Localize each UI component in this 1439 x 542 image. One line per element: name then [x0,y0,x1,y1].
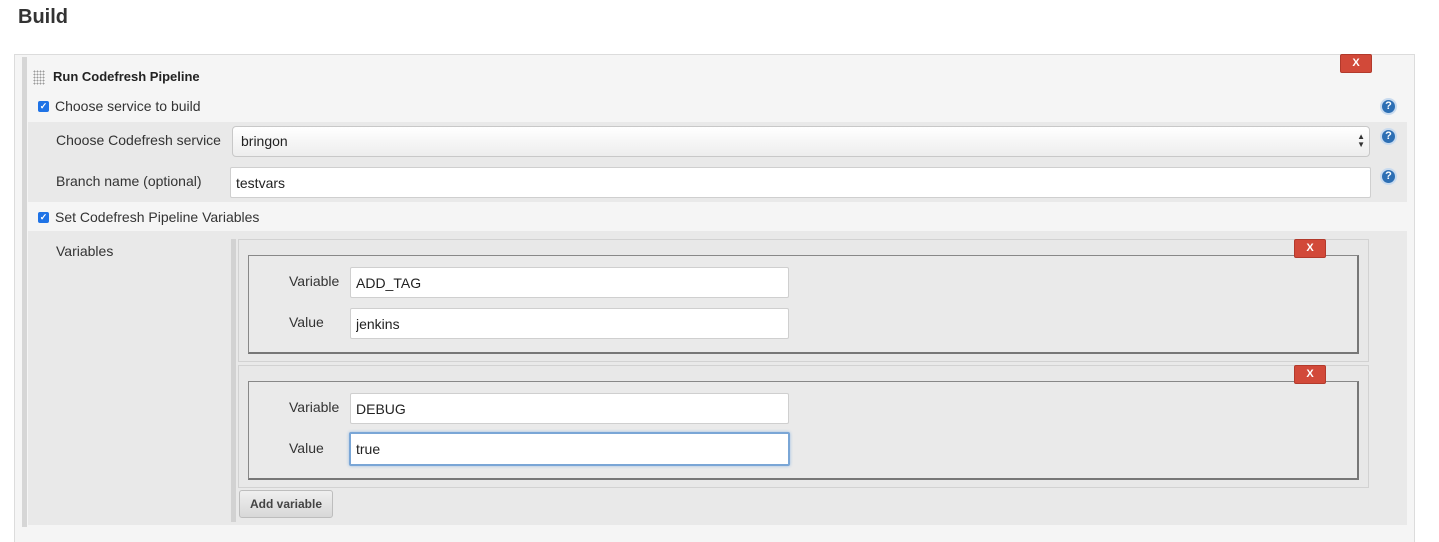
delete-variable-button[interactable]: X [1294,239,1326,258]
drag-handle-icon[interactable] [33,70,45,85]
add-variable-button[interactable]: Add variable [239,490,333,518]
section-title: Build [18,6,68,28]
variables-repeat-bar [231,239,236,522]
service-select-value: bringon [241,133,288,149]
branch-input[interactable] [230,167,1371,198]
help-icon[interactable]: ? [1380,128,1397,145]
select-arrows-icon: ▲ ▼ [1357,132,1365,149]
service-select[interactable]: bringon ▲ ▼ [232,126,1370,157]
branch-label: Branch name (optional) [56,173,202,189]
variable-name-label: Variable [289,399,340,415]
choose-service-checkbox[interactable]: ✓ [38,101,49,112]
pipeline-vars-label: Set Codefresh Pipeline Variables [55,209,260,225]
variable-value-label: Value [289,314,324,330]
pipeline-vars-checkbox[interactable]: ✓ [38,212,49,223]
variables-label: Variables [56,243,114,259]
variable-name-input[interactable] [350,393,789,424]
variable-value-input[interactable] [350,308,789,339]
choose-service-label: Choose service to build [55,98,201,114]
variable-name-label: Variable [289,273,340,289]
builder-title: Run Codefresh Pipeline [53,69,200,84]
help-icon[interactable]: ? [1380,168,1397,185]
delete-variable-button[interactable]: X [1294,365,1326,384]
variable-value-label: Value [289,440,324,456]
service-label: Choose Codefresh service [56,132,221,148]
help-icon[interactable]: ? [1380,98,1397,115]
variable-value-input-focused[interactable] [349,432,790,466]
variable-name-input[interactable] [350,267,789,298]
delete-step-button[interactable]: X [1340,54,1372,73]
build-step-strip [22,57,27,527]
